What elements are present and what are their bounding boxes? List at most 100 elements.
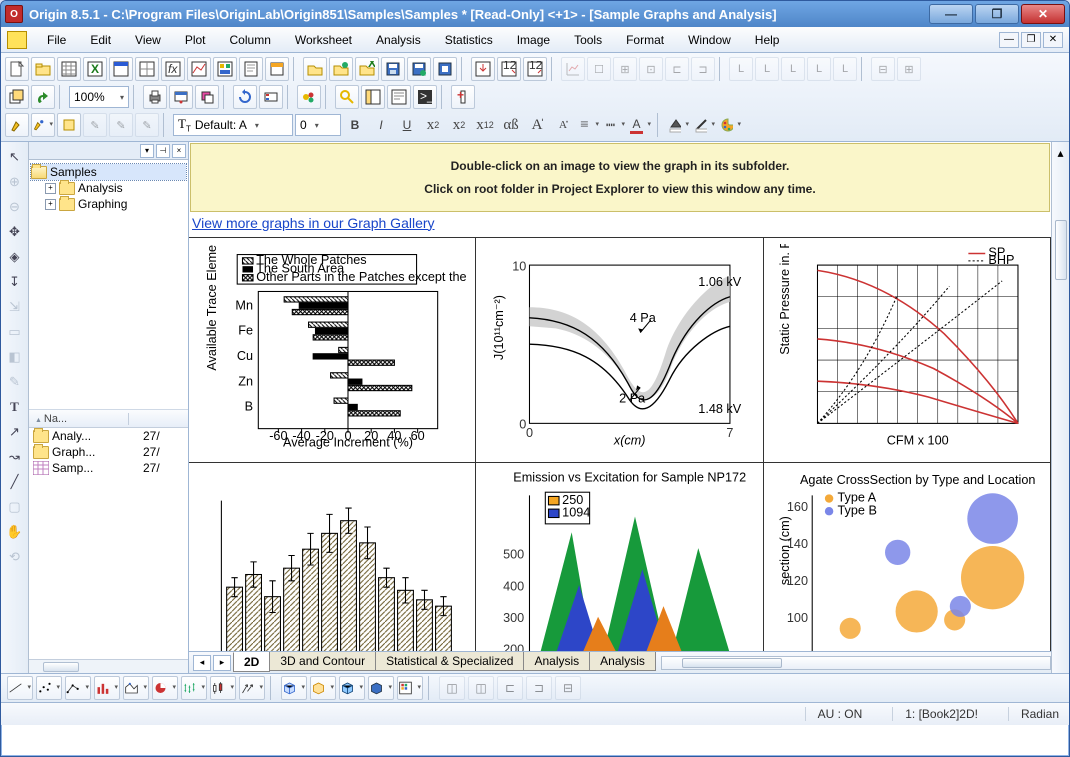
rotate-tool[interactable]: ⟲ [4,546,26,568]
stock-plot-button[interactable] [181,676,207,700]
hloc-plot-button[interactable] [210,676,236,700]
group-left-button[interactable]: ◫ [439,676,465,700]
sheet-hscrollbar[interactable] [661,656,1051,670]
superscript-button[interactable]: x2 [421,113,445,137]
open-template-button[interactable] [329,57,353,81]
vector-plot-button[interactable] [239,676,265,700]
zoom-in-tool[interactable]: ⊕ [4,171,26,193]
pe-dropdown-button[interactable]: ▾ [140,144,154,158]
duplicate-button[interactable] [195,85,219,109]
tree-item-graphing[interactable]: + Graphing [31,196,186,212]
pe-close-button[interactable]: × [172,144,186,158]
recalculate-button[interactable] [31,85,55,109]
list-item[interactable]: Analy... 27/ [29,428,188,444]
menu-tools[interactable]: Tools [564,30,612,50]
region-tool[interactable]: ▭ [4,321,26,343]
rectangle-tool[interactable]: ▢ [4,496,26,518]
reimport-button[interactable]: 123 [523,57,547,81]
new-color-scale-button[interactable] [297,85,321,109]
menu-image[interactable]: Image [507,30,560,50]
3d-plot-button[interactable] [281,676,307,700]
open-excel-button[interactable]: X [355,57,379,81]
expander-icon[interactable]: + [45,199,56,210]
results-log-button[interactable] [387,85,411,109]
layer-grid-button[interactable]: ⊞ [897,57,921,81]
minimize-button[interactable]: — [929,4,973,24]
tree-item-analysis[interactable]: + Analysis [31,180,186,196]
xy-scale-button[interactable] [335,85,359,109]
mdi-restore-button[interactable]: ❐ [1021,32,1041,48]
group-right-button[interactable]: ◫ [468,676,494,700]
font-color-button[interactable]: A [629,113,653,137]
print-button[interactable] [143,85,167,109]
graph-thumb-5[interactable]: Emission vs Excitation for Sample NP172 … [476,463,763,652]
new-folder-button[interactable] [31,57,55,81]
line-plot-button[interactable] [7,676,33,700]
menu-help[interactable]: Help [745,30,790,50]
merge-button[interactable]: ⊡ [639,57,663,81]
pe-tree[interactable]: Samples + Analysis + Graphing [29,160,188,410]
sheet-tab-2d[interactable]: 2D [233,652,270,672]
pointer-tool[interactable]: ↖ [4,146,26,168]
rescale-button[interactable] [561,57,585,81]
new-matrix-button[interactable] [135,57,159,81]
mdi-minimize-button[interactable]: — [999,32,1019,48]
layer-l2-button[interactable]: L [755,57,779,81]
sheet-first-button[interactable]: ◂ [193,655,211,671]
layer-l5-button[interactable]: L [833,57,857,81]
scrollbar-thumb[interactable] [682,658,782,668]
add-column-button[interactable]: + [451,85,475,109]
import-ascii-button[interactable]: 123 [497,57,521,81]
menu-statistics[interactable]: Statistics [435,30,503,50]
sheet-tab-analysis-1[interactable]: Analysis [523,652,590,671]
increase-font-button[interactable]: A̍ [525,113,549,137]
fill-color-button[interactable] [667,113,691,137]
pe-pin-button[interactable]: ⊣ [156,144,170,158]
layer-l4-button[interactable]: L [807,57,831,81]
group-top-button[interactable]: ⊏ [497,676,523,700]
save-window-button[interactable] [433,57,457,81]
sheet-last-button[interactable]: ▸ [213,655,231,671]
maximize-button[interactable]: ❐ [975,4,1019,24]
3d-bars-button[interactable] [368,676,394,700]
new-legend-button[interactable] [259,85,283,109]
line-color-button[interactable] [693,113,717,137]
sheet-tab-analysis-2[interactable]: Analysis [589,652,656,671]
paste-format-1-button[interactable]: ✎ [83,113,107,137]
style-copy-button[interactable] [5,113,29,137]
titlebar[interactable]: O Origin 8.5.1 - C:\Program Files\Origin… [1,1,1069,27]
palette-button[interactable] [719,113,743,137]
graph-thumb-1[interactable]: The Whole Patches The South Area Other P… [189,238,476,463]
supersub-button[interactable]: x12 [473,113,497,137]
new-2dplot-button[interactable] [187,57,211,81]
import-wizard-button[interactable] [471,57,495,81]
data-reader-tool[interactable]: ↧ [4,271,26,293]
graph-thumb-3[interactable]: Static Pressure in. Pa CFM x 100 SP BHP [764,238,1051,463]
zoom-combo[interactable]: 100% [69,86,129,108]
add-top-x-button[interactable]: ⊏ [665,57,689,81]
paste-format-3-button[interactable]: ✎ [135,113,159,137]
menu-analysis[interactable]: Analysis [366,30,431,50]
extract-layers-button[interactable]: ⊞ [613,57,637,81]
new-excel-button[interactable]: X [83,57,107,81]
menu-file[interactable]: File [37,30,76,50]
command-window-button[interactable]: >_ [413,85,437,109]
pan-tool[interactable]: ✥ [4,221,26,243]
menu-edit[interactable]: Edit [80,30,121,50]
layer-ll-button[interactable]: ⊟ [871,57,895,81]
draw-data-tool[interactable]: ✎ [4,371,26,393]
contour-button[interactable] [397,676,423,700]
line-tool[interactable]: ╱ [4,471,26,493]
new-notes-button[interactable] [239,57,263,81]
view-more-link[interactable]: View more graphs in our Graph Gallery [189,213,1051,237]
slide-show-button[interactable] [169,85,193,109]
menu-worksheet[interactable]: Worksheet [285,30,362,50]
new-layout-button[interactable] [213,57,237,81]
scatter-plot-button[interactable] [36,676,62,700]
menu-view[interactable]: View [125,30,171,50]
bold-button[interactable]: B [343,113,367,137]
line-symbol-plot-button[interactable] [65,676,91,700]
vscrollbar[interactable]: ▴ [1051,142,1069,673]
new-graph-button[interactable] [109,57,133,81]
copy-format-button[interactable] [57,113,81,137]
